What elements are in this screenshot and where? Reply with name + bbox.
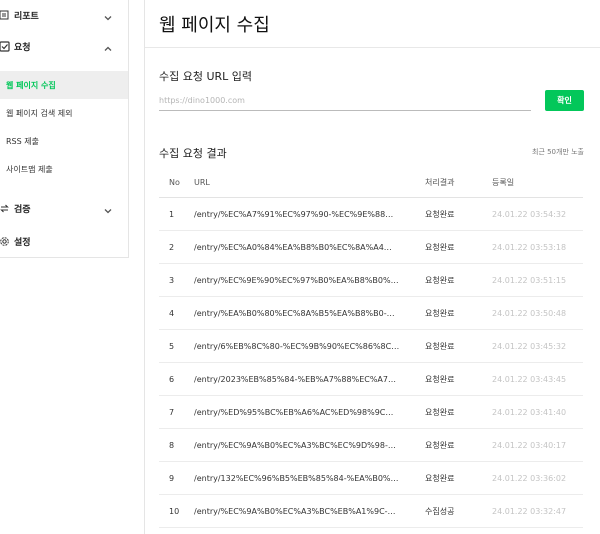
row-status: 요청완료 [425, 341, 455, 351]
title-divider [145, 47, 600, 48]
row-url: /entry/132%EC%96%B5%EB%85%84-%EA%B0%… [194, 473, 399, 483]
main-content: 웹 페이지 수집 수집 요청 URL 입력 확인 수집 요청 결과 최근 50개… [144, 0, 600, 534]
column-header-no: No [169, 178, 180, 187]
row-date: 24.01.22 03:50:48 [492, 308, 567, 318]
sidebar-group-label: 요청 [14, 42, 31, 53]
row-url: /entry/%EC%A7%91%EC%97%90-%EC%9E%88… [194, 209, 394, 219]
table-row: 5 /entry/6%EB%8C%80-%EC%9B%90%EC%86%8C… … [159, 330, 583, 363]
row-date: 24.01.22 03:54:32 [492, 209, 567, 219]
app-root: 리포트 요청 웹 페이지 수집 웹 페이지 검색 제외 RSS 제출 사이트맵 … [0, 0, 600, 534]
confirm-button[interactable]: 확인 [545, 90, 584, 111]
chevron-down-icon[interactable] [102, 9, 114, 21]
row-status: 요청완료 [425, 242, 455, 252]
sidebar-item-web-page-exclude[interactable]: 웹 페이지 검색 제외 [0, 99, 128, 127]
column-header-date: 등록일 [492, 178, 515, 187]
sidebar-group-label: 설정 [14, 237, 31, 248]
row-status: 요청완료 [425, 440, 455, 450]
row-status: 요청완료 [425, 275, 455, 285]
row-url: /entry/%EA%B0%80%EC%8A%B5%EA%B8%B0-… [194, 308, 395, 318]
sidebar-item-label: 웹 페이지 수집 [6, 80, 56, 90]
sidebar-group-label: 리포트 [14, 11, 39, 22]
report-icon [0, 9, 10, 21]
sidebar-group-verify[interactable]: 검증 [0, 193, 128, 223]
sidebar-group-report[interactable]: 리포트 [0, 0, 128, 30]
row-no: 8 [169, 440, 175, 450]
gear-icon [0, 235, 10, 247]
sidebar-item-label: RSS 제출 [6, 136, 39, 146]
chevron-up-icon[interactable] [102, 40, 114, 52]
chevron-down-icon[interactable] [102, 202, 114, 214]
row-date: 24.01.22 03:40:17 [492, 440, 567, 450]
row-no: 3 [169, 275, 175, 285]
table-row: 7 /entry/%ED%95%BC%EB%A6%AC%ED%98%9C… 요청… [159, 396, 583, 429]
url-input[interactable] [159, 91, 531, 111]
results-heading: 수집 요청 결과 [159, 147, 227, 160]
sidebar-item-sitemap-submit[interactable]: 사이트맵 제출 [0, 155, 128, 183]
table-row: 1 /entry/%EC%A7%91%EC%97%90-%EC%9E%88… 요… [159, 198, 583, 231]
column-header-status: 처리결과 [425, 178, 455, 187]
row-status: 요청완료 [425, 473, 455, 483]
sidebar-group-settings[interactable]: 설정 [0, 226, 128, 256]
table-row: 2 /entry/%EC%A0%84%EA%B8%B0%EC%8A%A4… 요청… [159, 231, 583, 264]
sidebar: 리포트 요청 웹 페이지 수집 웹 페이지 검색 제외 RSS 제출 사이트맵 … [0, 0, 129, 258]
row-no: 10 [169, 506, 180, 516]
row-status: 수집성공 [425, 506, 455, 516]
row-date: 24.01.22 03:53:18 [492, 242, 567, 252]
table-row: 6 /entry/2023%EB%85%84-%EB%A7%88%EC%A7… … [159, 363, 583, 396]
row-status: 요청완료 [425, 374, 455, 384]
row-status: 요청완료 [425, 209, 455, 219]
row-status: 요청완료 [425, 308, 455, 318]
row-no: 5 [169, 341, 175, 351]
table-header: No URL 처리결과 등록일 [159, 168, 583, 198]
table-row: 3 /entry/%EC%9E%90%EC%97%B0%EA%B8%B0%… 요… [159, 264, 583, 297]
row-no: 6 [169, 374, 175, 384]
table-row: 10 /entry/%EC%9A%B0%EC%A3%BC%EB%A1%9C-… … [159, 495, 583, 528]
row-url: /entry/%EC%9A%B0%EC%A3%BC%EC%9D%98-… [194, 440, 396, 450]
row-date: 24.01.22 03:45:32 [492, 341, 567, 351]
sidebar-group-request[interactable]: 요청 [0, 31, 128, 61]
results-table: No URL 처리결과 등록일 1 /entry/%EC%A7%91%EC%97… [159, 168, 583, 528]
table-row: 8 /entry/%EC%9A%B0%EC%A3%BC%EC%9D%98-… 요… [159, 429, 583, 462]
check-square-icon [0, 40, 10, 52]
sidebar-item-label: 사이트맵 제출 [6, 164, 53, 174]
row-no: 2 [169, 242, 175, 252]
page-title: 웹 페이지 수집 [159, 15, 270, 36]
row-url: /entry/2023%EB%85%84-%EB%A7%88%EC%A7… [194, 374, 396, 384]
swap-arrows-icon [0, 202, 10, 214]
row-no: 4 [169, 308, 175, 318]
row-date: 24.01.22 03:36:02 [492, 473, 567, 483]
results-note: 최근 50개만 노출 [532, 148, 584, 156]
sidebar-item-label: 웹 페이지 검색 제외 [6, 108, 73, 118]
row-url: /entry/%EC%9A%B0%EC%A3%BC%EB%A1%9C-… [194, 506, 396, 516]
row-date: 24.01.22 03:43:45 [492, 374, 567, 384]
row-date: 24.01.22 03:32:47 [492, 506, 567, 516]
row-no: 1 [169, 209, 175, 219]
table-row: 4 /entry/%EA%B0%80%EC%8A%B5%EA%B8%B0-… 요… [159, 297, 583, 330]
row-date: 24.01.22 03:41:40 [492, 407, 567, 417]
row-url: /entry/%EC%9E%90%EC%97%B0%EA%B8%B0%… [194, 275, 399, 285]
sidebar-item-rss-submit[interactable]: RSS 제출 [0, 127, 128, 155]
row-url: /entry/6%EB%8C%80-%EC%9B%90%EC%86%8C… [194, 341, 400, 351]
row-no: 9 [169, 473, 175, 483]
sidebar-item-web-page-collect[interactable]: 웹 페이지 수집 [0, 71, 128, 99]
row-status: 요청완료 [425, 407, 455, 417]
row-date: 24.01.22 03:51:15 [492, 275, 567, 285]
table-row: 9 /entry/132%EC%96%B5%EB%85%84-%EA%B0%… … [159, 462, 583, 495]
row-url: /entry/%EC%A0%84%EA%B8%B0%EC%8A%A4… [194, 242, 392, 252]
sidebar-group-label: 검증 [14, 204, 31, 215]
row-no: 7 [169, 407, 175, 417]
column-header-url: URL [194, 178, 210, 187]
url-input-heading: 수집 요청 URL 입력 [159, 70, 253, 83]
row-url: /entry/%ED%95%BC%EB%A6%AC%ED%98%9C… [194, 407, 394, 417]
